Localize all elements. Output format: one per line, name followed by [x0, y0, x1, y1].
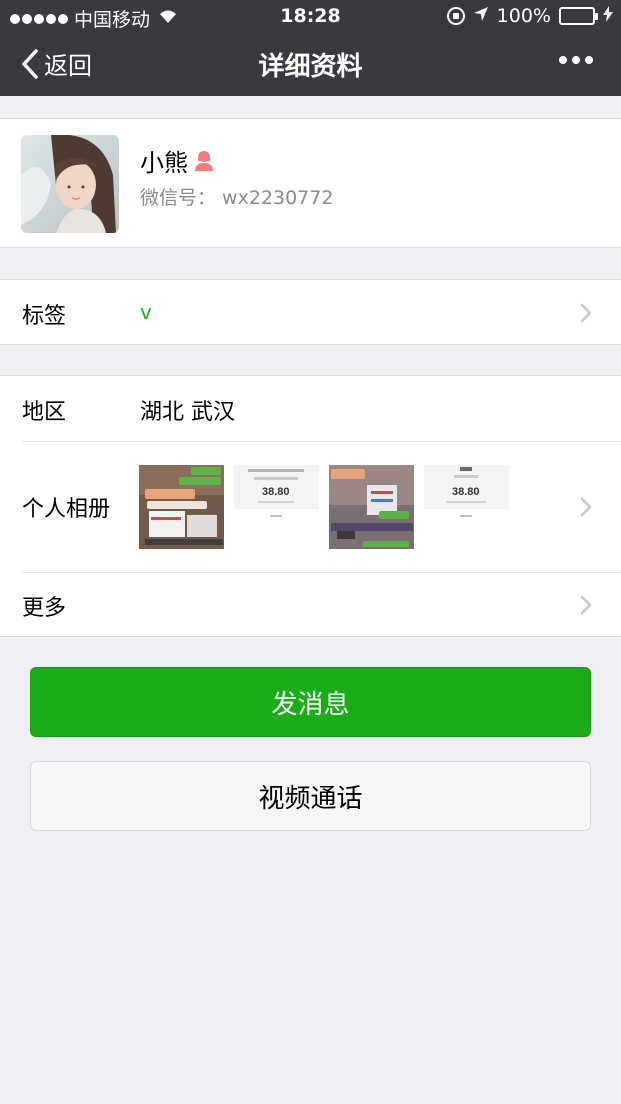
charging-bolt-icon	[603, 6, 613, 26]
album-thumbnail[interactable]: 38.80	[424, 465, 509, 549]
battery-icon	[559, 7, 598, 25]
album-thumbnail[interactable]	[139, 465, 224, 549]
more-dot-icon	[559, 56, 567, 64]
wechat-id: 微信号： wx2230772	[140, 187, 334, 209]
tags-value: v	[140, 300, 152, 324]
female-gender-icon	[195, 150, 213, 171]
info-group: 地区 湖北 武汉 个人相册 38.80 38.80 更多	[0, 375, 621, 637]
more-dot-icon	[585, 56, 593, 64]
tags-label: 标签	[22, 304, 67, 329]
more-dot-icon	[572, 56, 580, 64]
avatar[interactable]	[21, 135, 119, 233]
more-label: 更多	[22, 596, 67, 621]
album-thumbnail[interactable]	[329, 465, 414, 549]
more-row[interactable]: 更多	[0, 572, 621, 638]
navigation-bar: 返回 详细资料	[0, 32, 621, 96]
region-row: 地区 湖北 武汉	[0, 376, 621, 441]
region-label: 地区	[22, 400, 67, 425]
rotation-lock-icon	[446, 7, 465, 25]
album-label: 个人相册	[22, 497, 111, 522]
chevron-right-icon	[580, 303, 592, 323]
red-packet-amount: 38.80	[452, 486, 480, 498]
more-options-button[interactable]	[559, 56, 593, 64]
status-right: 100%	[446, 5, 613, 27]
album-row[interactable]: 个人相册 38.80 38.80	[0, 441, 621, 572]
send-message-button[interactable]: 发消息	[30, 667, 591, 737]
chevron-right-icon	[580, 595, 592, 615]
chevron-right-icon	[580, 497, 592, 517]
status-bar: 中国移动 18:28 100%	[0, 0, 621, 32]
video-call-button[interactable]: 视频通话	[30, 761, 591, 831]
page-title: 详细资料	[258, 52, 363, 82]
profile-name: 小熊	[140, 149, 188, 177]
red-packet-amount: 38.80	[262, 486, 290, 498]
tags-row[interactable]: 标签 v	[0, 279, 621, 345]
region-value: 湖北 武汉	[140, 400, 235, 425]
album-thumbnail[interactable]: 38.80	[234, 465, 319, 549]
album-thumbnails: 38.80 38.80	[139, 465, 509, 549]
name-row: 小熊	[140, 143, 214, 178]
battery-percent: 100%	[496, 5, 551, 27]
top-bar: 中国移动 18:28 100% 返回 详细资料	[0, 0, 621, 96]
profile-card: 小熊 微信号： wx2230772	[0, 118, 621, 248]
location-arrow-icon	[473, 6, 489, 27]
